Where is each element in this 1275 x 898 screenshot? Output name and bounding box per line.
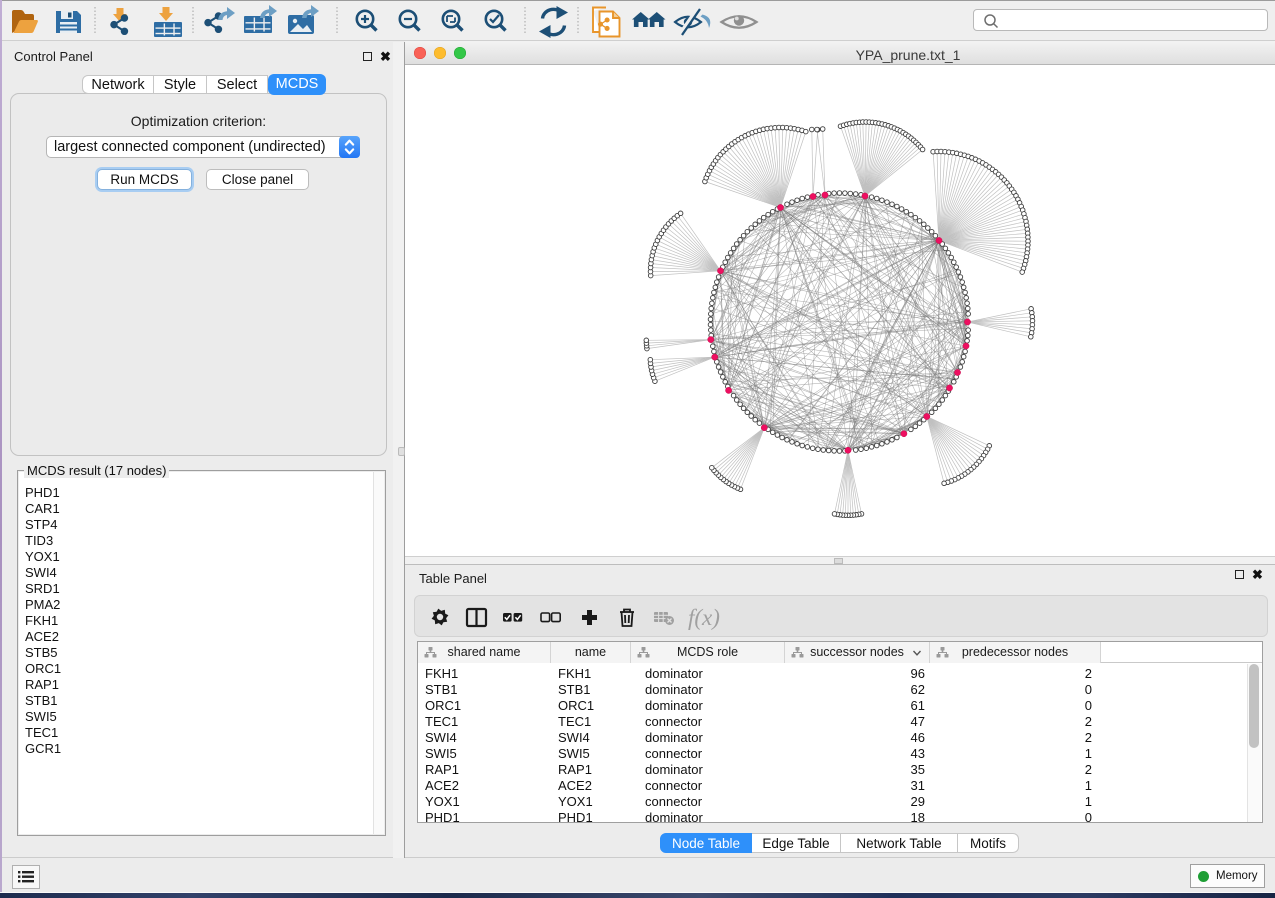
svg-text:f(x): f(x) <box>688 605 720 630</box>
